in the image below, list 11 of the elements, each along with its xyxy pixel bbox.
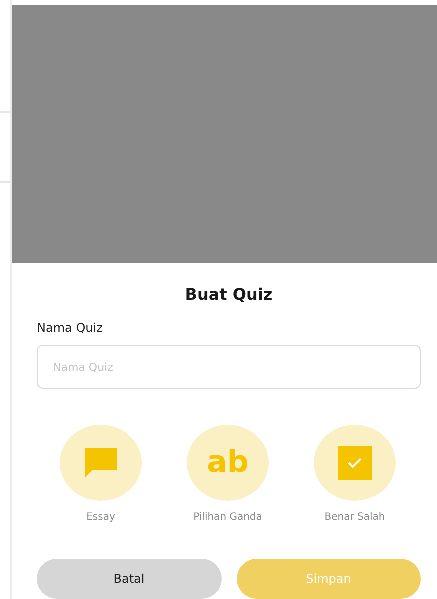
- option-label: Pilihan Ganda: [194, 512, 262, 523]
- checkbox-icon: [338, 446, 372, 480]
- question-type-button[interactable]: ab: [187, 425, 269, 501]
- option-label: Essay: [86, 512, 116, 523]
- field-label: Nama Quiz: [37, 321, 103, 335]
- text-glyph-icon: ab: [207, 448, 249, 478]
- input-field[interactable]: Nama Quiz: [37, 345, 421, 389]
- chat-icon: [83, 446, 119, 480]
- dialog-title: Buat Quiz: [184, 285, 274, 304]
- cancel-button[interactable]: Batal: [37, 559, 222, 599]
- option-label: Benar Salah: [324, 512, 386, 523]
